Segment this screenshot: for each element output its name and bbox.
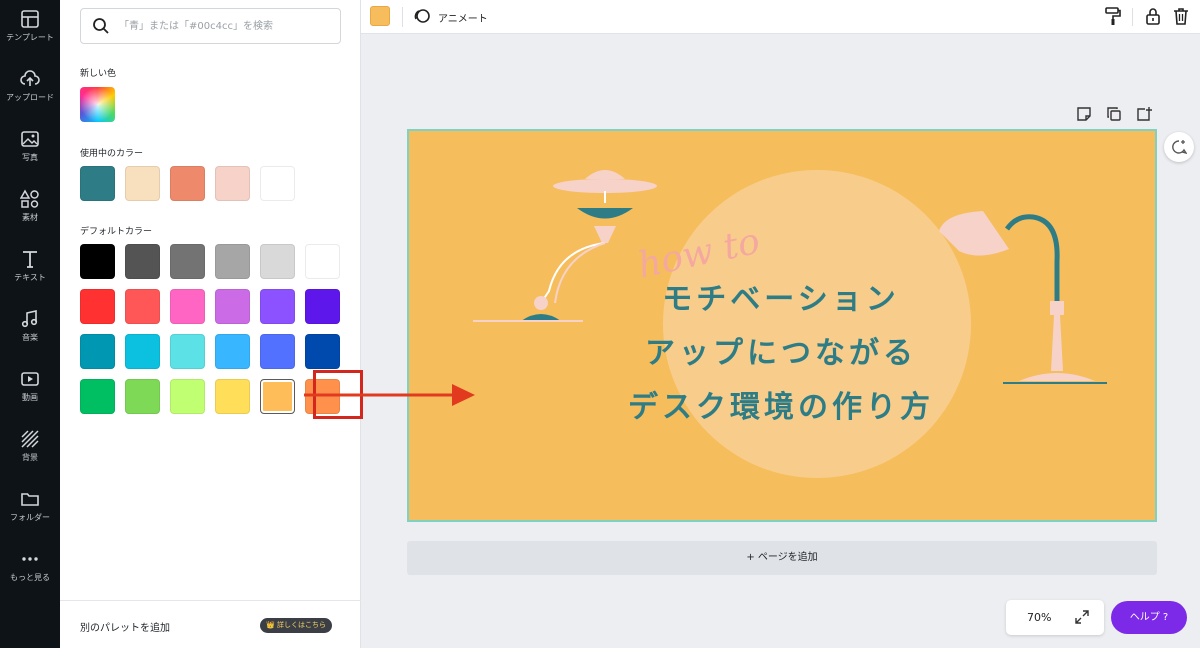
duplicate-page-icon[interactable] [1106,106,1122,122]
photo-icon [21,131,39,147]
default-color-swatch[interactable] [80,244,115,279]
default-color-swatch[interactable] [80,379,115,414]
sidebar-item-upload[interactable]: アップロード [0,60,60,116]
used-color-swatch[interactable] [170,166,205,201]
design-artwork: how to モチベーション アップにつながる デスク環境の作り方 [473,170,1107,478]
video-icon [21,372,39,386]
default-color-swatch[interactable] [80,289,115,324]
comment-button[interactable] [1164,132,1194,162]
sidebar-item-text[interactable]: テキスト [0,240,60,296]
used-color-swatch[interactable] [80,166,115,201]
toolbar-divider [1132,8,1133,26]
default-color-swatch[interactable] [125,379,160,414]
title-line-2: アップにつながる [645,336,917,371]
add-page-button[interactable]: + ページを追加 [407,541,1157,575]
folder-icon [21,493,39,506]
sidebar-item-label: フォルダー [10,513,50,522]
left-sidebar: テンプレート アップロード 写真 素材 テキスト 音楽 動画 背景 フォルダー … [0,0,60,648]
sidebar-item-music[interactable]: 音楽 [0,300,60,356]
sidebar-item-label: 動画 [22,393,38,402]
note-icon[interactable] [1076,106,1092,122]
sidebar-item-more[interactable]: もっと見る [0,540,60,596]
default-color-swatch[interactable] [305,289,340,324]
text-color-button[interactable] [370,6,390,26]
default-color-swatch[interactable] [125,289,160,324]
elements-icon [20,189,39,208]
panel-footer: 別のパレットを追加 👑 詳しくはこちら [60,600,361,648]
default-color-swatch[interactable] [305,334,340,369]
used-color-swatch[interactable] [125,166,160,201]
lock-icon[interactable] [1143,6,1163,26]
default-color-swatch[interactable] [80,334,115,369]
default-color-swatch[interactable] [215,289,250,324]
title-line-1: モチベーション [662,282,899,317]
sidebar-item-label: 音楽 [22,333,38,342]
add-comment-icon [1172,140,1187,154]
sidebar-item-background[interactable]: 背景 [0,420,60,476]
default-color-swatch[interactable] [260,379,295,414]
animate-icon[interactable] [413,7,431,25]
help-button[interactable]: ヘルプ ? [1111,601,1187,634]
default-color-swatch[interactable] [305,244,340,279]
design-page[interactable]: how to モチベーション アップにつながる デスク環境の作り方 [407,129,1157,522]
default-color-swatch[interactable] [215,334,250,369]
default-colors-title: デフォルトカラー [80,227,153,237]
new-color-title: 新しい色 [80,69,117,79]
used-color-swatch[interactable] [260,166,295,201]
sidebar-item-template[interactable]: テンプレート [0,0,60,56]
sidebar-item-label: 背景 [22,453,38,462]
default-color-swatch[interactable] [260,244,295,279]
used-color-swatch[interactable] [215,166,250,201]
left-lamp-illustration [473,170,657,322]
paint-roller-icon[interactable] [1103,6,1123,26]
sidebar-item-label: 素材 [22,213,38,222]
sidebar-item-folder[interactable]: フォルダー [0,480,60,536]
default-color-swatch[interactable] [170,244,205,279]
default-color-swatch[interactable] [170,289,205,324]
template-icon [21,10,39,28]
text-icon [23,251,37,268]
title-line-3: デスク環境の作り方 [628,390,934,425]
background-icon [21,430,39,448]
zoom-value[interactable]: 70% [1027,611,1051,624]
add-palette-link[interactable]: 別のパレットを追加 [80,619,170,634]
default-color-swatch[interactable] [125,244,160,279]
sidebar-item-elements[interactable]: 素材 [0,180,60,236]
sidebar-item-label: アップロード [6,93,54,102]
sidebar-item-label: テンプレート [6,33,54,42]
add-page-icon[interactable] [1136,106,1152,122]
sidebar-item-label: もっと見る [10,573,50,582]
default-color-swatch[interactable] [260,289,295,324]
selected-color-highlight [313,370,363,419]
color-panel: 新しい色 使用中のカラー デフォルトカラー 別のパレットを追加 👑 詳しくはこち… [60,0,363,648]
default-color-swatch[interactable] [170,379,205,414]
new-color-button[interactable] [80,87,115,122]
toolbar-divider [402,7,403,27]
default-color-swatch[interactable] [215,244,250,279]
default-color-swatch[interactable] [170,334,205,369]
fullscreen-icon[interactable] [1074,609,1090,625]
trash-icon[interactable] [1171,6,1191,26]
color-search[interactable] [80,8,341,44]
upload-icon [20,70,40,86]
center-circle [663,170,971,478]
sidebar-item-label: テキスト [14,273,46,282]
zoom-control[interactable]: 70% [1006,600,1104,635]
default-color-swatch[interactable] [215,379,250,414]
music-icon [21,310,38,328]
top-toolbar: アニメート [361,0,1200,34]
used-colors-title: 使用中のカラー [80,149,144,159]
more-icon [22,557,38,561]
pro-info-badge[interactable]: 👑 詳しくはこちら [260,618,332,633]
sidebar-item-label: 写真 [22,153,38,162]
default-color-swatch[interactable] [125,334,160,369]
sidebar-item-video[interactable]: 動画 [0,360,60,416]
color-search-input[interactable] [119,9,334,43]
animate-button[interactable]: アニメート [438,10,488,25]
default-color-swatch[interactable] [260,334,295,369]
search-icon [93,18,109,34]
sidebar-item-photo[interactable]: 写真 [0,120,60,176]
